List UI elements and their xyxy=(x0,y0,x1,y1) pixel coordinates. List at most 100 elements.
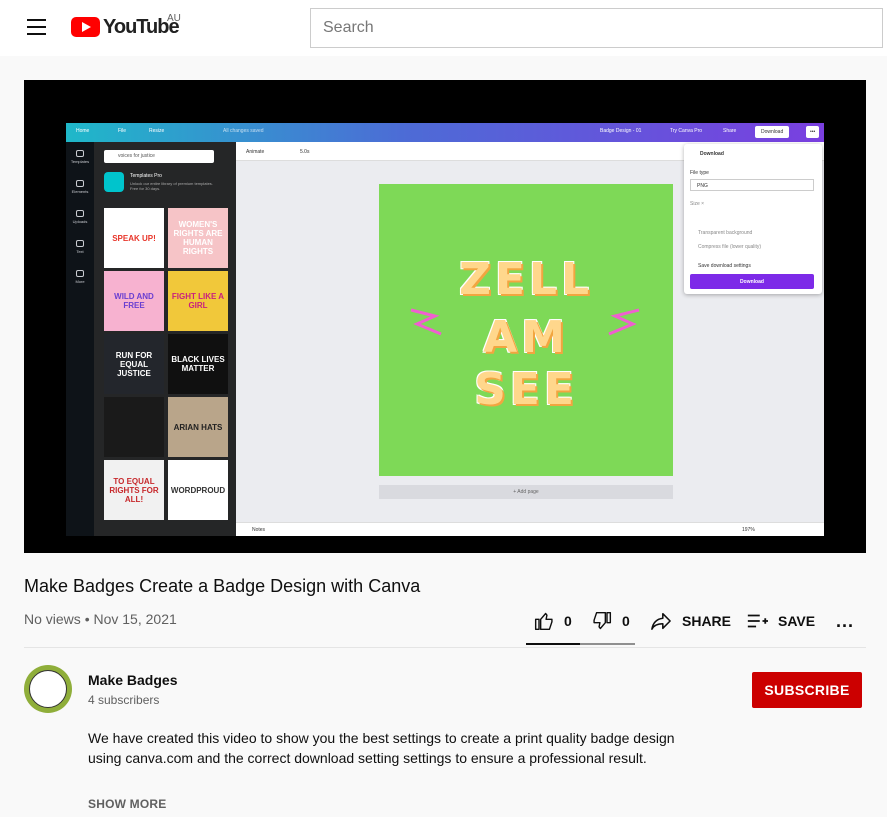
description-line-1: We have created this video to show you t… xyxy=(88,730,675,746)
rail-uploads: Uploads xyxy=(66,202,94,232)
menu-icon[interactable] xyxy=(27,19,46,35)
template-tile xyxy=(104,397,164,457)
youtube-play-icon xyxy=(71,17,100,37)
templates-pro-title: Templates Pro xyxy=(130,173,162,179)
canva-share: Share xyxy=(723,128,737,134)
video-description: We have created this video to show you t… xyxy=(88,728,708,768)
file-type-select: PNG xyxy=(690,179,814,191)
more-icon: ... xyxy=(836,610,855,631)
option-compress: Compress file (lower quality) xyxy=(698,244,762,250)
rail-templates: Templates xyxy=(66,142,94,172)
add-to-playlist-icon xyxy=(747,614,768,628)
template-tile-text: SPEAK UP! xyxy=(112,233,156,243)
canva-home: Home xyxy=(76,128,90,134)
template-tile: RUN FOR EQUAL JUSTICE xyxy=(104,334,164,394)
video-title: Make Badges Create a Badge Design with C… xyxy=(24,576,421,596)
lightning-left-icon xyxy=(410,308,442,336)
duration-label: 5.0s xyxy=(300,149,310,155)
template-tile-text: WORDPROUD xyxy=(170,485,226,495)
thumbs-up-icon xyxy=(534,612,553,631)
option-save-settings: Save download settings xyxy=(698,263,751,269)
template-tile: ARIAN HATS xyxy=(168,397,228,457)
rail-text: Text xyxy=(66,232,94,262)
channel-name[interactable]: Make Badges xyxy=(88,672,177,688)
file-type-label: File type xyxy=(690,170,709,176)
template-tile-text: WOMEN'S RIGHTS ARE HUMAN RIGHTS xyxy=(173,220,223,256)
canva-templates-pro: Templates Pro Unlock our entire library … xyxy=(104,172,226,200)
subscriber-count: 4 subscribers xyxy=(88,693,160,707)
notes-label: Notes xyxy=(252,527,266,533)
zoom-label: 197% xyxy=(742,527,755,533)
show-more-button[interactable]: SHOW MORE xyxy=(88,797,166,811)
save-label: SAVE xyxy=(778,613,816,629)
subscribe-button[interactable]: SUBSCRIBE xyxy=(752,672,862,708)
templates-pro-icon xyxy=(104,172,124,192)
view-count: No views xyxy=(24,611,81,627)
canva-topbar: Home File Resize All changes saved Badge… xyxy=(66,123,824,142)
template-tile: WORDPROUD xyxy=(168,460,228,520)
download-panel-button: Download xyxy=(690,274,814,289)
like-button[interactable]: 0 xyxy=(534,604,572,638)
share-icon xyxy=(651,612,671,630)
divider xyxy=(24,647,866,648)
design-line-1: ZELL xyxy=(458,254,594,305)
canva-screen-recording: Home File Resize All changes saved Badge… xyxy=(66,123,824,536)
dislike-count: 0 xyxy=(622,613,630,629)
search-input[interactable] xyxy=(310,8,883,48)
upload-date: Nov 15, 2021 xyxy=(93,611,177,627)
lightning-right-icon xyxy=(608,308,640,336)
template-tile: TO EQUAL RIGHTS FOR ALL! xyxy=(104,460,164,520)
more-actions-button[interactable]: ... xyxy=(836,604,854,638)
option-transparent: Transparent background xyxy=(698,230,753,236)
canva-resize: Resize xyxy=(149,128,165,134)
description-line-2: using canva.com and the correct download… xyxy=(88,750,647,766)
canva-templates-panel: voices for justice Templates Pro Unlock … xyxy=(94,142,236,536)
share-button[interactable]: SHARE xyxy=(650,604,731,638)
download-panel: Download File type PNG Size × Transparen… xyxy=(684,144,822,294)
canva-canvas-area: Animate 5.0s ZELL AM SEE + Add page Note… xyxy=(236,142,824,536)
video-actions: 0 0 SHARE SAVE ... xyxy=(526,604,866,648)
template-tile: SPEAK UP! xyxy=(104,208,164,268)
template-tile: WOMEN'S RIGHTS ARE HUMAN RIGHTS xyxy=(168,208,228,268)
video-player[interactable]: Home File Resize All changes saved Badge… xyxy=(24,80,866,553)
canva-doc-title: Badge Design - 01 xyxy=(600,128,642,134)
add-page: + Add page xyxy=(379,485,673,499)
like-count: 0 xyxy=(564,613,572,629)
top-bar: YouTube AU xyxy=(0,0,887,56)
canva-saved: All changes saved xyxy=(223,128,264,134)
sentiment-like-fill xyxy=(526,643,580,645)
template-tile: WILD AND FREE xyxy=(104,271,164,331)
save-button[interactable]: SAVE xyxy=(746,604,815,638)
size-label: Size × xyxy=(690,201,705,207)
region-label: AU xyxy=(167,13,181,24)
channel-avatar[interactable] xyxy=(24,665,72,713)
rail-elements: Elements xyxy=(66,172,94,202)
share-label: SHARE xyxy=(682,613,732,629)
thumbs-down-icon xyxy=(593,611,612,630)
canva-rail: Templates Elements Uploads Text More xyxy=(66,142,94,536)
template-tile-text: TO EQUAL RIGHTS FOR ALL! xyxy=(109,476,159,504)
dislike-button[interactable]: 0 xyxy=(592,604,630,638)
template-tile-text: FIGHT LIKE A GIRL xyxy=(171,292,225,310)
canva-more-icon: ••• xyxy=(806,126,820,138)
template-tile-text: RUN FOR EQUAL JUSTICE xyxy=(115,350,153,378)
download-panel-title: Download xyxy=(700,151,724,157)
canva-footer: Notes 197% xyxy=(236,522,824,536)
template-tile-text: WILD AND FREE xyxy=(114,292,154,310)
avatar-image xyxy=(29,670,67,708)
animate-label: Animate xyxy=(246,149,265,155)
canva-try-pro: Try Canva Pro xyxy=(670,128,703,134)
video-stats: No views • Nov 15, 2021 xyxy=(24,611,177,627)
template-tile-text: BLACK LIVES MATTER xyxy=(171,355,225,373)
template-tile-text: ARIAN HATS xyxy=(173,422,223,432)
canva-search: voices for justice xyxy=(104,150,214,163)
rail-more: More xyxy=(66,262,94,292)
canva-download: Download xyxy=(755,126,790,138)
youtube-logo[interactable]: YouTube xyxy=(71,15,180,39)
templates-pro-sub: Unlock our entire library of premium tem… xyxy=(130,181,213,191)
canva-file: File xyxy=(118,128,127,134)
template-tile: BLACK LIVES MATTER xyxy=(168,334,228,394)
badge-design: ZELL AM SEE xyxy=(379,184,673,476)
sentiment-bar xyxy=(526,643,635,645)
template-tile: FIGHT LIKE A GIRL xyxy=(168,271,228,331)
